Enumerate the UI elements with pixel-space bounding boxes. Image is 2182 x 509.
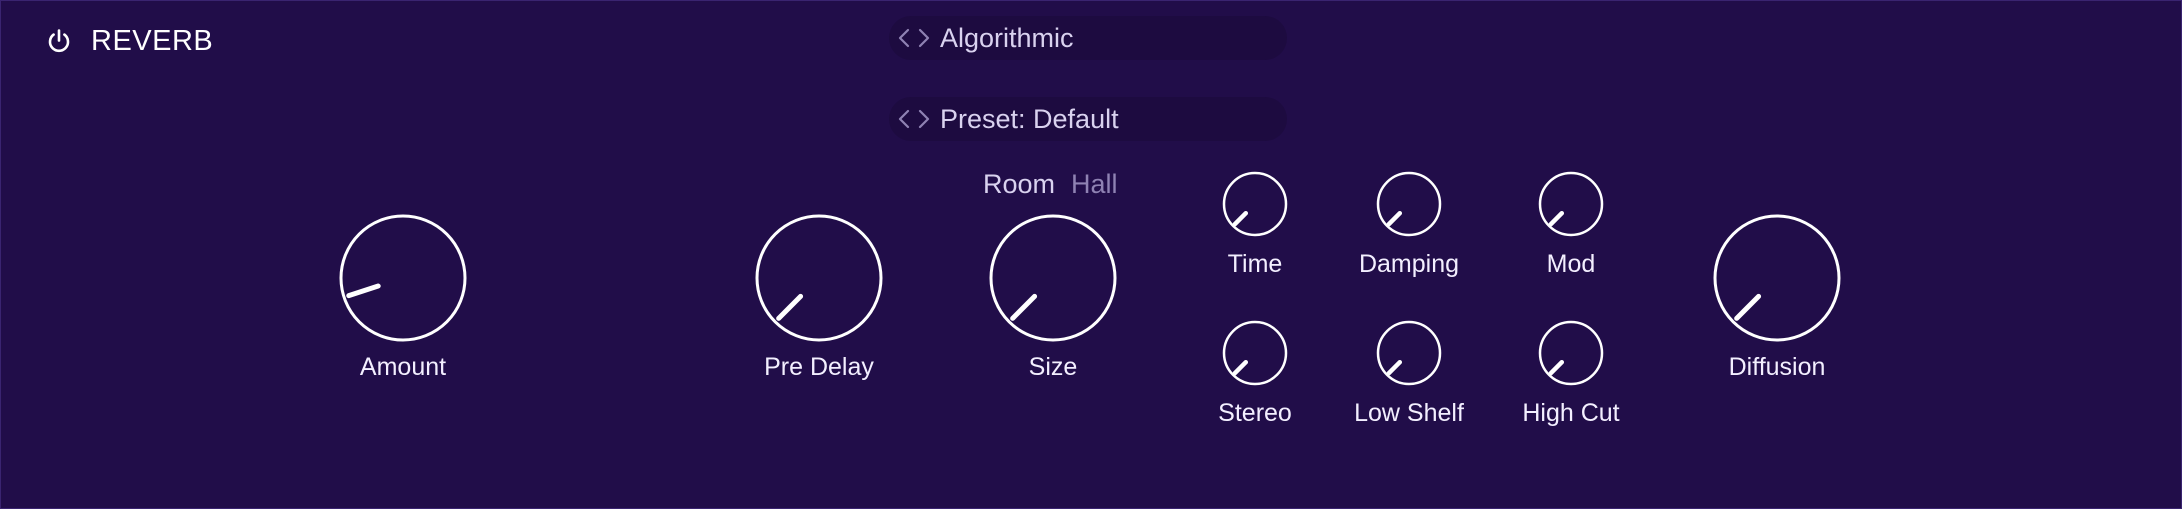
knob-amount[interactable]	[337, 212, 469, 344]
knob-dial-high-cut[interactable]	[1536, 318, 1606, 388]
room-hall-toggle: Room Hall	[983, 169, 1118, 200]
preset-value: Preset: Default	[940, 103, 1119, 134]
knob-pointer	[1232, 359, 1249, 376]
knob-size[interactable]	[987, 212, 1119, 344]
knob-label-damping: Damping	[1358, 250, 1460, 278]
knob-pointer	[1386, 359, 1403, 376]
knob-dial-low-shelf[interactable]	[1374, 318, 1444, 388]
knob-damping[interactable]	[1374, 169, 1444, 239]
knob-diffusion[interactable]	[1711, 212, 1843, 344]
knob-low-shelf[interactable]	[1374, 318, 1444, 388]
knob-ring	[989, 214, 1117, 342]
knob-dial-time[interactable]	[1220, 169, 1290, 239]
knob-dial-amount[interactable]	[337, 212, 469, 344]
chevron-left-right-icon[interactable]	[894, 26, 936, 50]
knob-pre-delay[interactable]	[753, 212, 885, 344]
knob-stereo[interactable]	[1220, 318, 1290, 388]
knob-label-time: Time	[1227, 250, 1283, 278]
knob-dial-size[interactable]	[987, 212, 1119, 344]
reverb-header: REVERB	[45, 21, 213, 61]
knob-ring	[1713, 214, 1841, 342]
mode-option-room[interactable]: Room	[983, 169, 1055, 200]
knob-ring	[755, 214, 883, 342]
knob-dial-mod[interactable]	[1536, 169, 1606, 239]
knob-pointer	[1548, 210, 1565, 227]
knob-dial-pre-delay[interactable]	[753, 212, 885, 344]
knob-label-stereo: Stereo	[1218, 399, 1292, 427]
knob-pointer	[1386, 210, 1403, 227]
algorithm-selector[interactable]: Algorithmic	[889, 16, 1287, 60]
knob-label-low-shelf: Low Shelf	[1354, 399, 1464, 427]
knob-pointer	[1010, 293, 1038, 321]
knob-dial-diffusion[interactable]	[1711, 212, 1843, 344]
knob-label-pre-delay: Pre Delay	[764, 353, 874, 381]
knob-high-cut[interactable]	[1536, 318, 1606, 388]
knob-pointer	[776, 293, 804, 321]
chevron-left-right-icon[interactable]	[894, 107, 936, 131]
knob-dial-stereo[interactable]	[1220, 318, 1290, 388]
preset-selector[interactable]: Preset: Default	[889, 97, 1287, 141]
knob-label-high-cut: High Cut	[1522, 399, 1620, 427]
knob-label-diffusion: Diffusion	[1728, 353, 1826, 381]
knob-ring	[339, 214, 467, 342]
reverb-panel: REVERB Algorithmic Preset: Default Room …	[0, 0, 2182, 509]
effect-title: REVERB	[91, 24, 214, 57]
knob-pointer	[346, 283, 381, 299]
knob-pointer	[1548, 359, 1565, 376]
knob-pointer	[1734, 293, 1762, 321]
power-icon[interactable]	[45, 27, 73, 55]
knob-mod[interactable]	[1536, 169, 1606, 239]
knob-label-size: Size	[1028, 353, 1078, 381]
knob-label-amount: Amount	[359, 353, 447, 381]
mode-option-hall[interactable]: Hall	[1071, 169, 1118, 200]
knob-pointer	[1232, 210, 1249, 227]
knob-time[interactable]	[1220, 169, 1290, 239]
knob-label-mod: Mod	[1546, 250, 1596, 278]
algorithm-value: Algorithmic	[940, 22, 1074, 53]
knob-dial-damping[interactable]	[1374, 169, 1444, 239]
